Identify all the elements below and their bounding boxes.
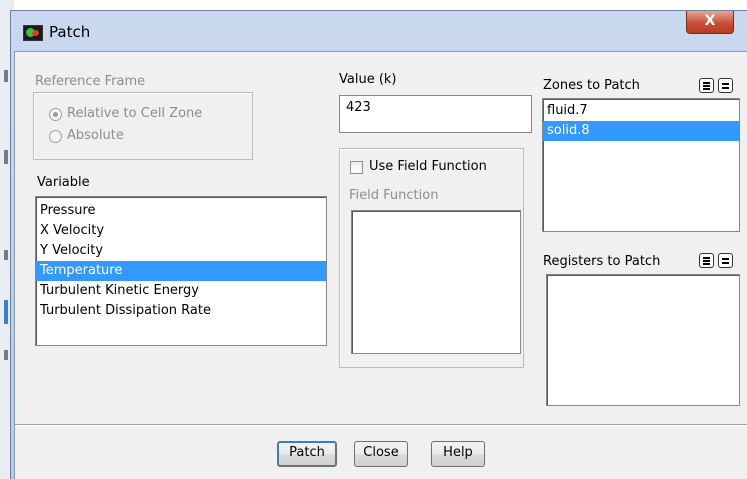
select-all-registers-button[interactable]	[699, 253, 714, 268]
field-function-label: Field Function	[349, 188, 439, 203]
background-mark	[4, 70, 8, 82]
button-row-separator	[15, 424, 747, 426]
deselect-all-registers-button[interactable]	[718, 253, 733, 268]
background-mark	[4, 350, 8, 360]
value-input[interactable]: 423	[339, 95, 532, 133]
field-function-list[interactable]	[351, 210, 521, 354]
background-mark	[4, 300, 8, 324]
window-close-button[interactable]: X	[686, 11, 734, 34]
variable-label: Variable	[37, 175, 90, 190]
close-button[interactable]: Close	[354, 441, 408, 467]
variable-item-pressure[interactable]: Pressure	[36, 201, 326, 221]
radio-absolute-label: Absolute	[67, 128, 124, 143]
variable-item-temperature[interactable]: Temperature	[36, 261, 326, 281]
variable-list[interactable]: Pressure X Velocity Y Velocity Temperatu…	[35, 196, 327, 346]
select-all-zones-button[interactable]	[699, 78, 714, 93]
reference-frame-group	[33, 92, 253, 160]
zones-to-patch-label: Zones to Patch	[543, 78, 640, 93]
registers-to-patch-label: Registers to Patch	[543, 254, 661, 269]
use-field-function-label: Use Field Function	[369, 159, 487, 174]
patch-dialog: Patch X Reference Frame Relative to Cell…	[10, 10, 747, 479]
deselect-all-zones-button[interactable]	[718, 78, 733, 93]
use-field-function-checkbox[interactable]	[350, 161, 363, 174]
patch-button[interactable]: Patch	[277, 441, 337, 467]
window-title: Patch	[49, 23, 91, 41]
variable-item-turbulent-kinetic-energy[interactable]: Turbulent Kinetic Energy	[36, 281, 326, 301]
radio-absolute[interactable]	[49, 130, 62, 143]
title-bar[interactable]: Patch X	[11, 11, 747, 51]
variable-item-y-velocity[interactable]: Y Velocity	[36, 241, 326, 261]
zone-item-solid-8[interactable]: solid.8	[543, 121, 739, 141]
radio-relative-to-cell-zone[interactable]	[49, 108, 62, 121]
dialog-body: Reference Frame Relative to Cell Zone Ab…	[14, 51, 747, 479]
background-mark	[4, 250, 8, 260]
zones-list[interactable]: fluid.7 solid.8	[542, 98, 740, 232]
variable-item-turbulent-dissipation-rate[interactable]: Turbulent Dissipation Rate	[36, 301, 326, 321]
reference-frame-label: Reference Frame	[35, 74, 146, 89]
zone-item-fluid-7[interactable]: fluid.7	[543, 101, 739, 121]
fluent-app-icon	[23, 25, 43, 41]
registers-list[interactable]	[546, 274, 740, 406]
radio-relative-label: Relative to Cell Zone	[67, 106, 203, 121]
background-mark	[4, 150, 8, 164]
help-button[interactable]: Help	[431, 441, 485, 467]
value-label: Value (k)	[339, 72, 397, 87]
variable-item-x-velocity[interactable]: X Velocity	[36, 221, 326, 241]
